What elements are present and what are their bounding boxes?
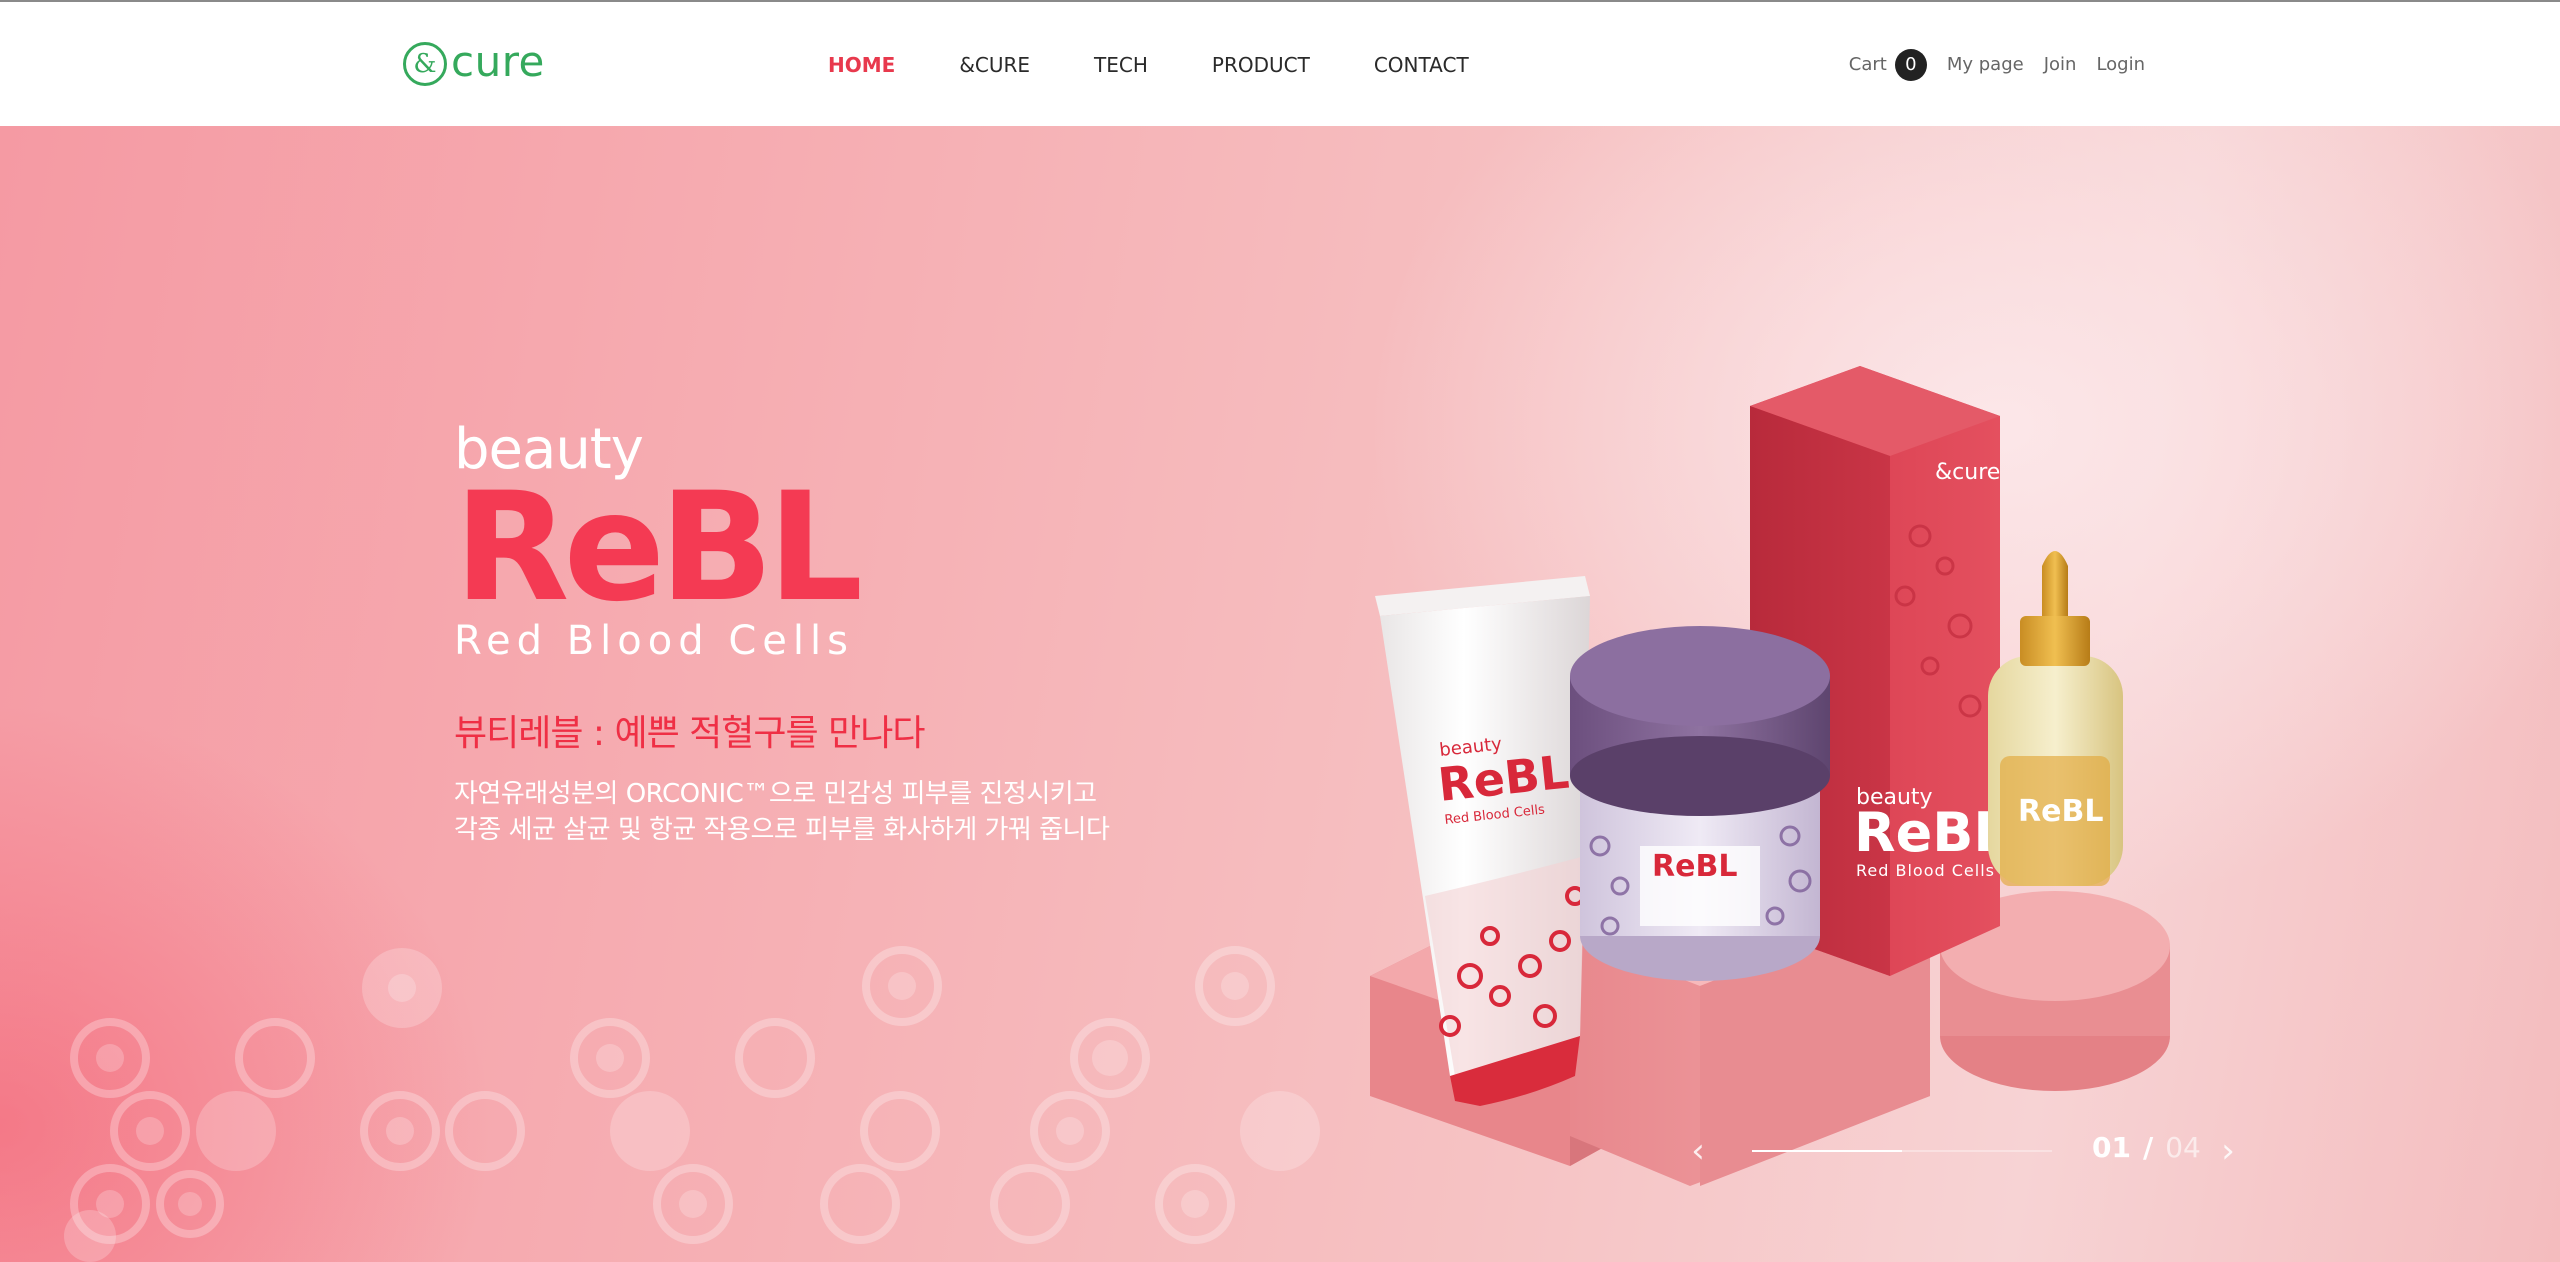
cart-link[interactable]: Cart 0 xyxy=(1849,49,1927,81)
chevron-left-icon[interactable]: ‹ xyxy=(1680,1126,1716,1176)
slide-total: 04 xyxy=(2165,1131,2201,1164)
hero-description: 자연유래성분의 ORCONIC™으로 민감성 피부를 진정시키고 각종 세균 살… xyxy=(454,776,1110,848)
cart-count-badge: 0 xyxy=(1894,49,1927,81)
nav-item-home[interactable]: HOME xyxy=(828,52,895,78)
logo-text: cure xyxy=(451,37,545,86)
hero-description-line-1: 자연유래성분의 ORCONIC™으로 민감성 피부를 진정시키고 xyxy=(454,779,1097,809)
product-image: &cure beauty ReBL Red Blood Cells beauty… xyxy=(1370,366,2170,1186)
nav-item-product[interactable]: PRODUCT xyxy=(1212,52,1310,78)
nav-item-tech[interactable]: TECH xyxy=(1094,52,1148,78)
chevron-right-icon[interactable]: › xyxy=(2210,1126,2246,1176)
join-link[interactable]: Join xyxy=(2044,50,2077,80)
brand-subtitle: Red Blood Cells xyxy=(454,618,854,664)
hero-headline: 뷰티레블 : 예쁜 적혈구를 만나다 xyxy=(454,713,925,754)
hero-slider-controls: ‹ 01 / 04 › xyxy=(1680,1126,2240,1176)
logo-ampersand-icon: & xyxy=(403,42,447,86)
jar-rebl-text: ReBL xyxy=(1652,849,1737,884)
slide-separator: / xyxy=(2142,1131,2154,1164)
box-logo-text: &cure xyxy=(1935,460,2000,485)
bottle-rebl-text: ReBL xyxy=(2018,794,2103,829)
box-sub-text: Red Blood Cells xyxy=(1856,861,1995,880)
mypage-link[interactable]: My page xyxy=(1947,50,2024,80)
hero-banner: beauty ReBL Red Blood Cells 뷰티레블 : 예쁜 적혈… xyxy=(0,126,2560,1262)
hero-copy: beauty ReBL Red Blood Cells 뷰티레블 : 예쁜 적혈… xyxy=(454,422,1110,848)
utility-links: Cart 0 My page Join Login xyxy=(1849,49,2145,81)
nav-item-contact[interactable]: CONTACT xyxy=(1374,52,1469,78)
site-header: & cure HOME &CURE TECH PRODUCT CONTACT C… xyxy=(0,0,2560,126)
box-rebl-text: ReBL xyxy=(1854,801,2008,864)
logo[interactable]: & cure xyxy=(403,38,545,90)
login-link[interactable]: Login xyxy=(2096,50,2145,80)
nav-item-andcure[interactable]: &CURE xyxy=(959,52,1030,78)
brand-name: ReBL xyxy=(454,461,863,635)
slide-counter: 01 / 04 xyxy=(2092,1131,2201,1164)
slider-progress-bar xyxy=(1752,1150,2052,1152)
hero-description-line-2: 각종 세균 살균 및 항균 작용으로 피부를 화사하게 가꿔 줍니다 xyxy=(454,815,1110,845)
cart-label: Cart xyxy=(1848,54,1887,75)
main-nav: HOME &CURE TECH PRODUCT CONTACT xyxy=(828,52,1533,78)
slide-current: 01 xyxy=(2092,1131,2131,1164)
slider-progress-fill xyxy=(1752,1150,1902,1152)
